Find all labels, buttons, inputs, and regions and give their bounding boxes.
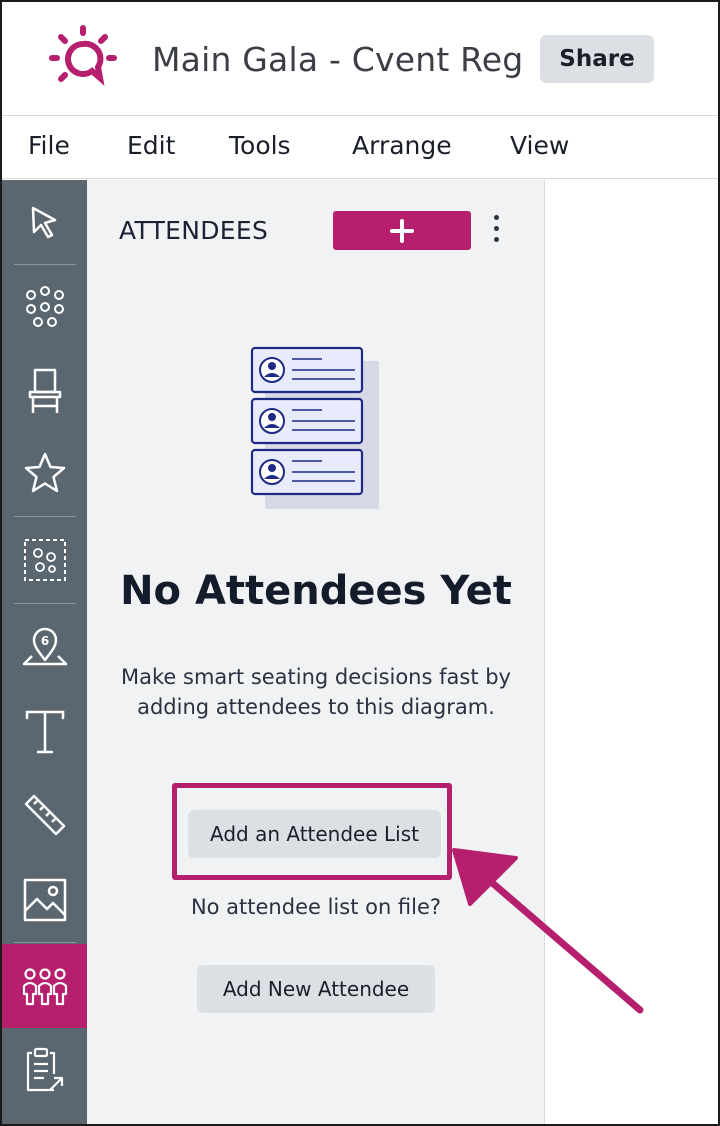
share-button[interactable]: Share: [540, 35, 654, 83]
menu-file[interactable]: File: [28, 131, 70, 160]
more-vertical-icon[interactable]: [489, 215, 503, 247]
chair-tool[interactable]: [2, 350, 87, 432]
app-header: Main Gala - Cvent Reg Share: [2, 2, 718, 116]
add-attendee-list-button[interactable]: Add an Attendee List: [188, 810, 441, 858]
panel-title: ATTENDEES: [119, 216, 269, 245]
add-attendee-button[interactable]: [333, 211, 471, 250]
tool-divider: [14, 603, 76, 604]
empty-state-heading: No Attendees Yet: [120, 568, 512, 614]
image-icon: [23, 878, 66, 922]
group-select-tool[interactable]: [2, 518, 87, 602]
round-table-tool[interactable]: [2, 266, 87, 348]
document-title: Main Gala - Cvent Reg: [152, 40, 524, 79]
location-pin-icon: 6: [22, 627, 67, 666]
tool-divider: [14, 264, 76, 265]
menu-view[interactable]: View: [510, 131, 569, 160]
app-window: Main Gala - Cvent Reg Share File Edit To…: [0, 0, 720, 1126]
image-tool[interactable]: [2, 858, 87, 942]
text-icon: [25, 710, 64, 754]
menu-tools[interactable]: Tools: [229, 131, 291, 160]
ruler-tool[interactable]: [2, 774, 87, 856]
clipboard-export-icon: [26, 1047, 63, 1092]
cvent-lightbulb-logo-icon[interactable]: [48, 24, 118, 90]
no-list-text: No attendee list on file?: [190, 895, 442, 919]
tool-sidebar: 6: [2, 180, 87, 1124]
clipboard-export-tool[interactable]: [2, 1028, 87, 1112]
menu-arrange[interactable]: Arrange: [352, 131, 452, 160]
text-tool[interactable]: [2, 690, 87, 774]
pointer-tool[interactable]: [2, 180, 87, 264]
menu-edit[interactable]: Edit: [127, 131, 175, 160]
star-icon: [24, 452, 65, 493]
location-pin-badge: 6: [40, 634, 48, 648]
attendees-icon: [22, 968, 67, 1006]
attendees-tool[interactable]: [2, 944, 87, 1028]
tool-divider: [14, 516, 76, 517]
ruler-icon: [24, 794, 65, 836]
tool-divider: [14, 942, 76, 943]
pointer-icon: [31, 206, 56, 239]
location-tool[interactable]: 6: [2, 605, 87, 689]
group-select-icon: [23, 539, 66, 581]
star-tool[interactable]: [2, 432, 87, 514]
menu-bar: File Edit Tools Arrange View: [2, 117, 718, 179]
chair-icon: [28, 368, 61, 413]
add-new-attendee-button[interactable]: Add New Attendee: [197, 965, 435, 1013]
round-table-icon: [25, 286, 64, 327]
empty-state-description: Make smart seating decisions fast by add…: [121, 665, 511, 719]
attendee-cards-illustration: [250, 346, 379, 509]
plus-icon: [390, 218, 414, 243]
